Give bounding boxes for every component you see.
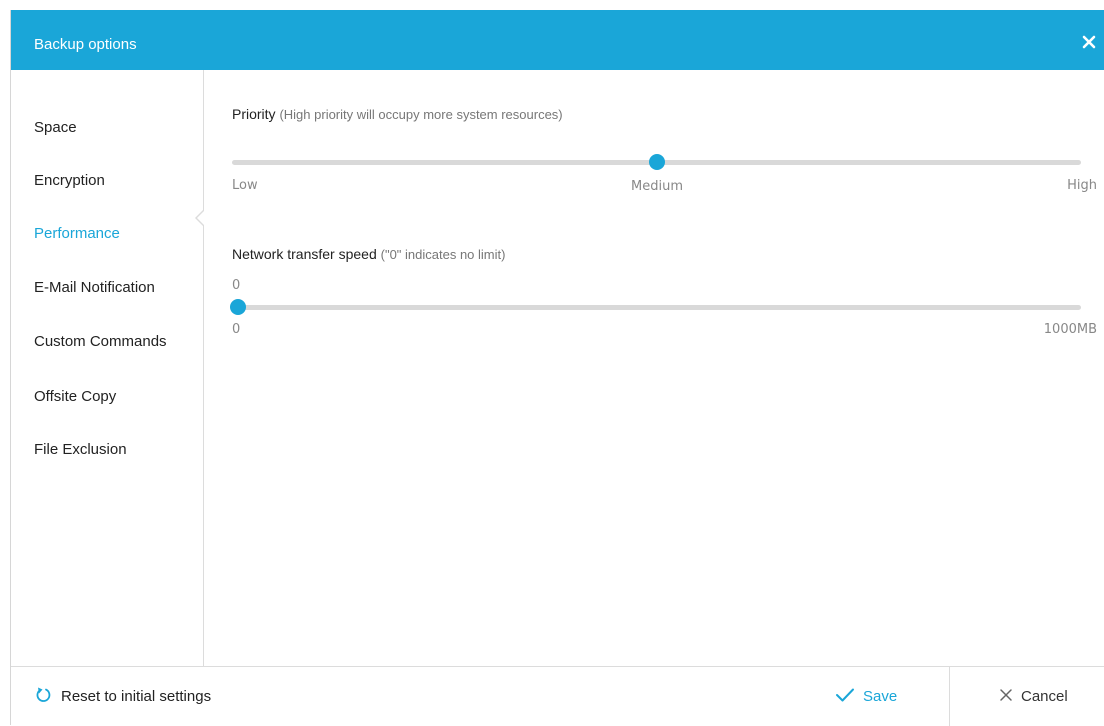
close-icon xyxy=(999,688,1013,706)
network-speed-current-value: 0 xyxy=(232,278,241,293)
sidebar-item-space[interactable]: Space xyxy=(34,119,77,136)
priority-slider-thumb[interactable] xyxy=(648,154,665,170)
sidebar-item-offsite-copy[interactable]: Offsite Copy xyxy=(34,388,116,405)
sidebar-item-email-notification[interactable]: E-Mail Notification xyxy=(34,279,155,296)
dialog-footer: Reset to initial settings Save Cancel xyxy=(11,666,1104,726)
footer-divider xyxy=(949,667,950,726)
sidebar-item-performance[interactable]: Performance xyxy=(34,225,120,242)
reset-button[interactable]: Reset to initial settings xyxy=(34,667,211,726)
network-speed-slider-thumb[interactable] xyxy=(230,299,246,315)
priority-max-label: High xyxy=(1067,178,1097,193)
priority-heading: Priority (High priority will occupy more… xyxy=(232,106,563,122)
cancel-label: Cancel xyxy=(1021,688,1068,705)
priority-hint: (High priority will occupy more system r… xyxy=(279,107,563,122)
reset-label: Reset to initial settings xyxy=(61,688,212,705)
network-speed-label: Network transfer speed xyxy=(232,246,377,262)
network-speed-slider-track[interactable] xyxy=(232,305,1081,310)
sidebar-item-custom-commands[interactable]: Custom Commands xyxy=(34,333,167,350)
backup-options-dialog: Backup options Space Encryption Performa… xyxy=(10,10,1104,726)
checkmark-icon xyxy=(835,687,855,707)
network-speed-heading: Network transfer speed ("0" indicates no… xyxy=(232,246,505,262)
save-label: Save xyxy=(863,688,898,705)
cancel-button[interactable]: Cancel xyxy=(999,667,1068,726)
priority-mid-label: Medium xyxy=(631,179,683,194)
priority-label: Priority xyxy=(232,106,276,122)
priority-min-label: Low xyxy=(232,178,258,193)
network-speed-max-label: 1000MB xyxy=(1043,322,1097,337)
network-speed-min-label: 0 xyxy=(232,322,241,337)
close-icon[interactable] xyxy=(1080,33,1098,51)
refresh-icon xyxy=(34,686,52,708)
dialog-titlebar: Backup options xyxy=(11,10,1104,70)
options-sidebar: Space Encryption Performance E-Mail Noti… xyxy=(11,70,205,666)
network-speed-hint: ("0" indicates no limit) xyxy=(380,247,506,262)
sidebar-item-encryption[interactable]: Encryption xyxy=(34,172,105,189)
performance-panel: Priority (High priority will occupy more… xyxy=(204,70,1104,666)
sidebar-item-file-exclusion[interactable]: File Exclusion xyxy=(34,441,127,458)
save-button[interactable]: Save xyxy=(835,667,897,726)
